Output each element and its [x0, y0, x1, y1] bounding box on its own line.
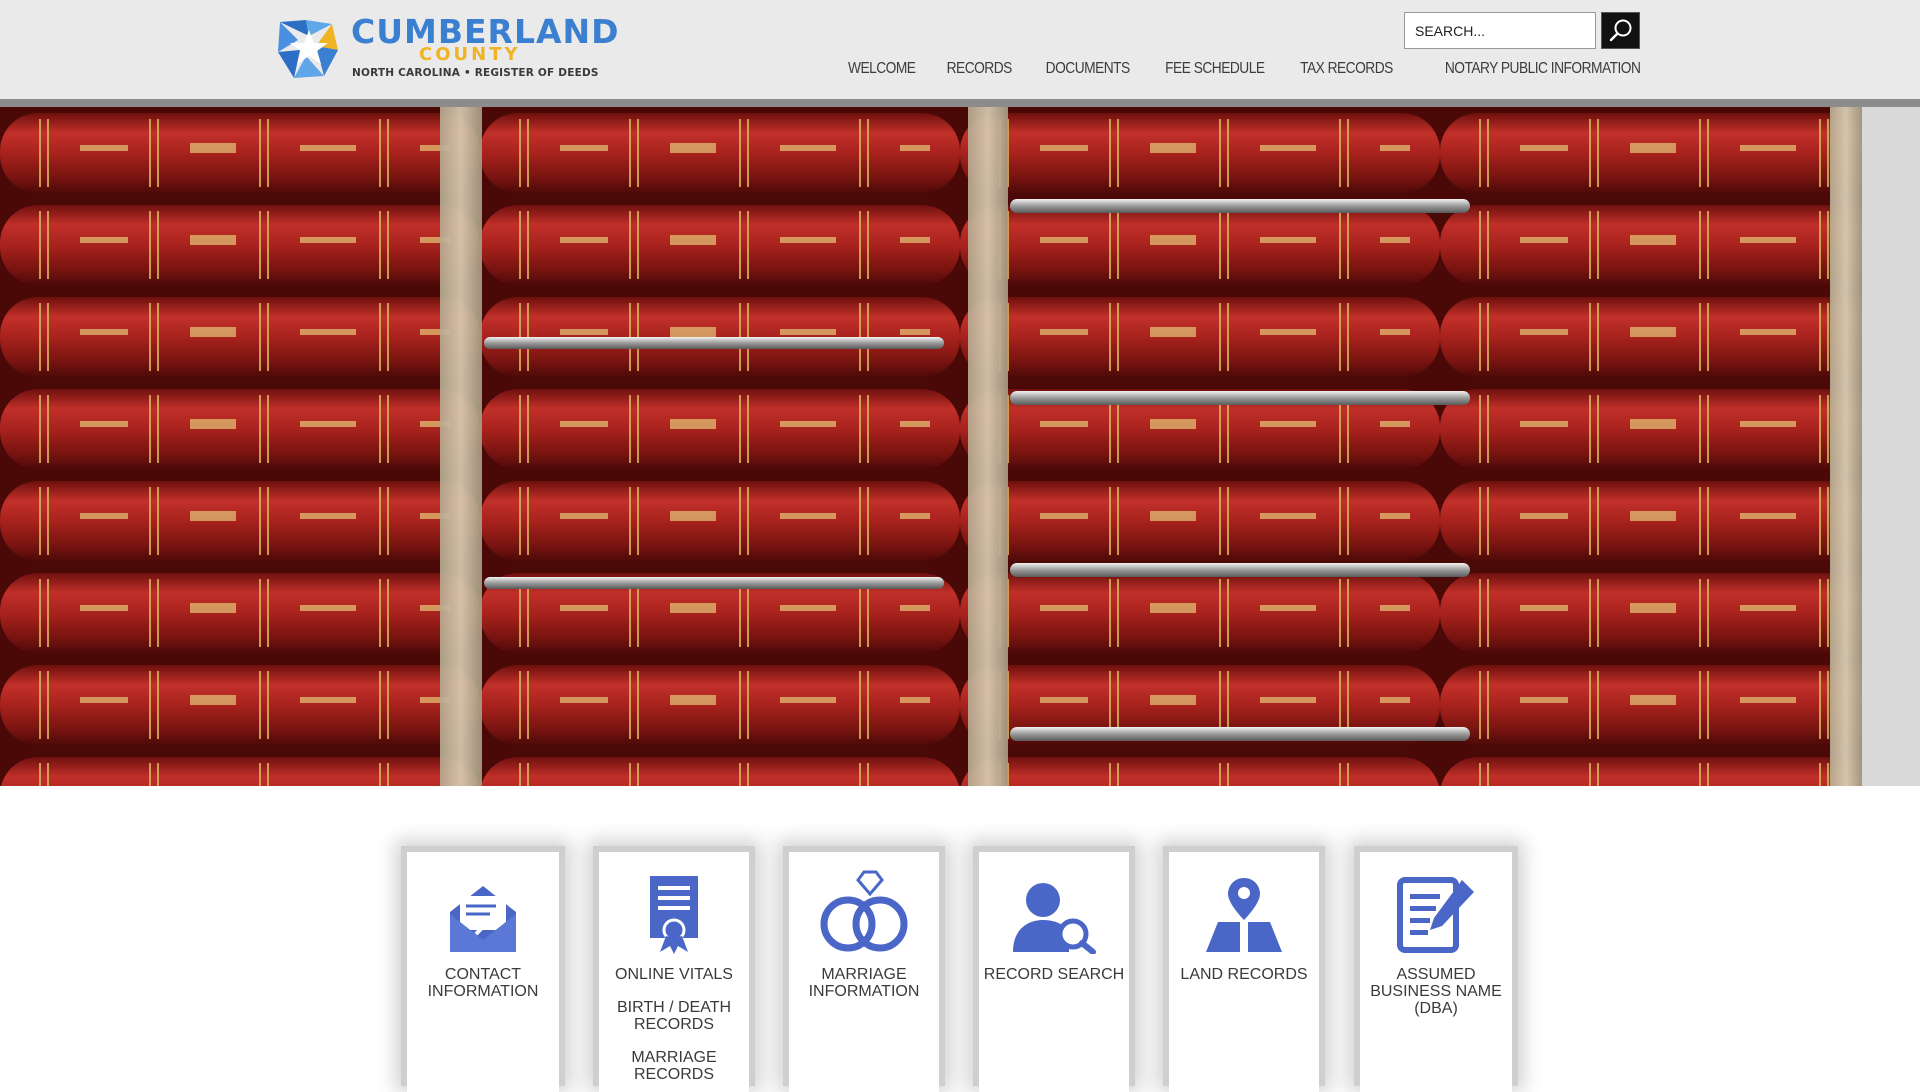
nav-item-fee-schedule[interactable]: Fee Schedule	[1148, 58, 1265, 80]
header-divider	[0, 99, 1920, 107]
search-icon	[1609, 19, 1631, 41]
map-pin-icon	[1204, 872, 1284, 954]
nav-item-records[interactable]: Records	[929, 58, 1012, 80]
card-label: Land Records	[1180, 966, 1308, 983]
search-button[interactable]	[1601, 12, 1640, 49]
site-header: CUMBERLAND COUNTY NORTH CAROLINA • REGIS…	[0, 0, 1920, 99]
card-record-search[interactable]: Record Search	[979, 852, 1129, 1092]
card-marriage-information[interactable]: Marriage Information	[789, 852, 939, 1092]
card-label: Online Vitals	[615, 966, 733, 983]
service-cards: Contact Information Online Vitals Birth …	[401, 846, 1519, 1092]
site-logo[interactable]: CUMBERLAND COUNTY NORTH CAROLINA • REGIS…	[276, 14, 619, 84]
nav-item-welcome[interactable]: Welcome	[831, 58, 916, 80]
main-nav: Welcome Records Documents Fee Schedule T…	[817, 58, 1640, 80]
logo-subtitle: COUNTY	[419, 44, 521, 65]
hero-record-books-image	[0, 107, 1862, 786]
contact-envelope-icon	[446, 872, 520, 954]
nav-item-notary-public[interactable]: Notary Public Information	[1427, 58, 1640, 80]
card-label: Record Search	[983, 966, 1125, 983]
certificate-icon	[644, 872, 704, 954]
link-birth-death-records[interactable]: Birth / Death Records	[599, 999, 749, 1033]
card-online-vitals[interactable]: Online Vitals Birth / Death Records Marr…	[599, 852, 749, 1092]
logo-tagline: NORTH CAROLINA • REGISTER OF DEEDS	[352, 67, 599, 79]
document-edit-icon	[1396, 872, 1476, 954]
nav-item-documents[interactable]: Documents	[1028, 58, 1130, 80]
card-label: Assumed Business Name (DBA)	[1370, 966, 1502, 1017]
record-books-photo	[0, 107, 1862, 786]
search-input[interactable]	[1404, 12, 1596, 49]
wedding-rings-icon	[818, 870, 910, 954]
card-land-records[interactable]: Land Records	[1169, 852, 1319, 1092]
nav-item-tax-records[interactable]: Tax Records	[1283, 58, 1393, 80]
person-search-icon	[1011, 872, 1097, 954]
link-marriage-records[interactable]: Marriage Records	[599, 1049, 749, 1083]
card-contact-information[interactable]: Contact Information	[407, 852, 559, 1092]
card-label: Contact Information	[427, 966, 539, 1000]
cumberland-star-logo-icon	[278, 20, 338, 78]
card-label: Marriage Information	[808, 966, 920, 1000]
hero-side-strip	[1862, 107, 1920, 786]
card-assumed-business-name[interactable]: Assumed Business Name (DBA)	[1360, 852, 1512, 1092]
